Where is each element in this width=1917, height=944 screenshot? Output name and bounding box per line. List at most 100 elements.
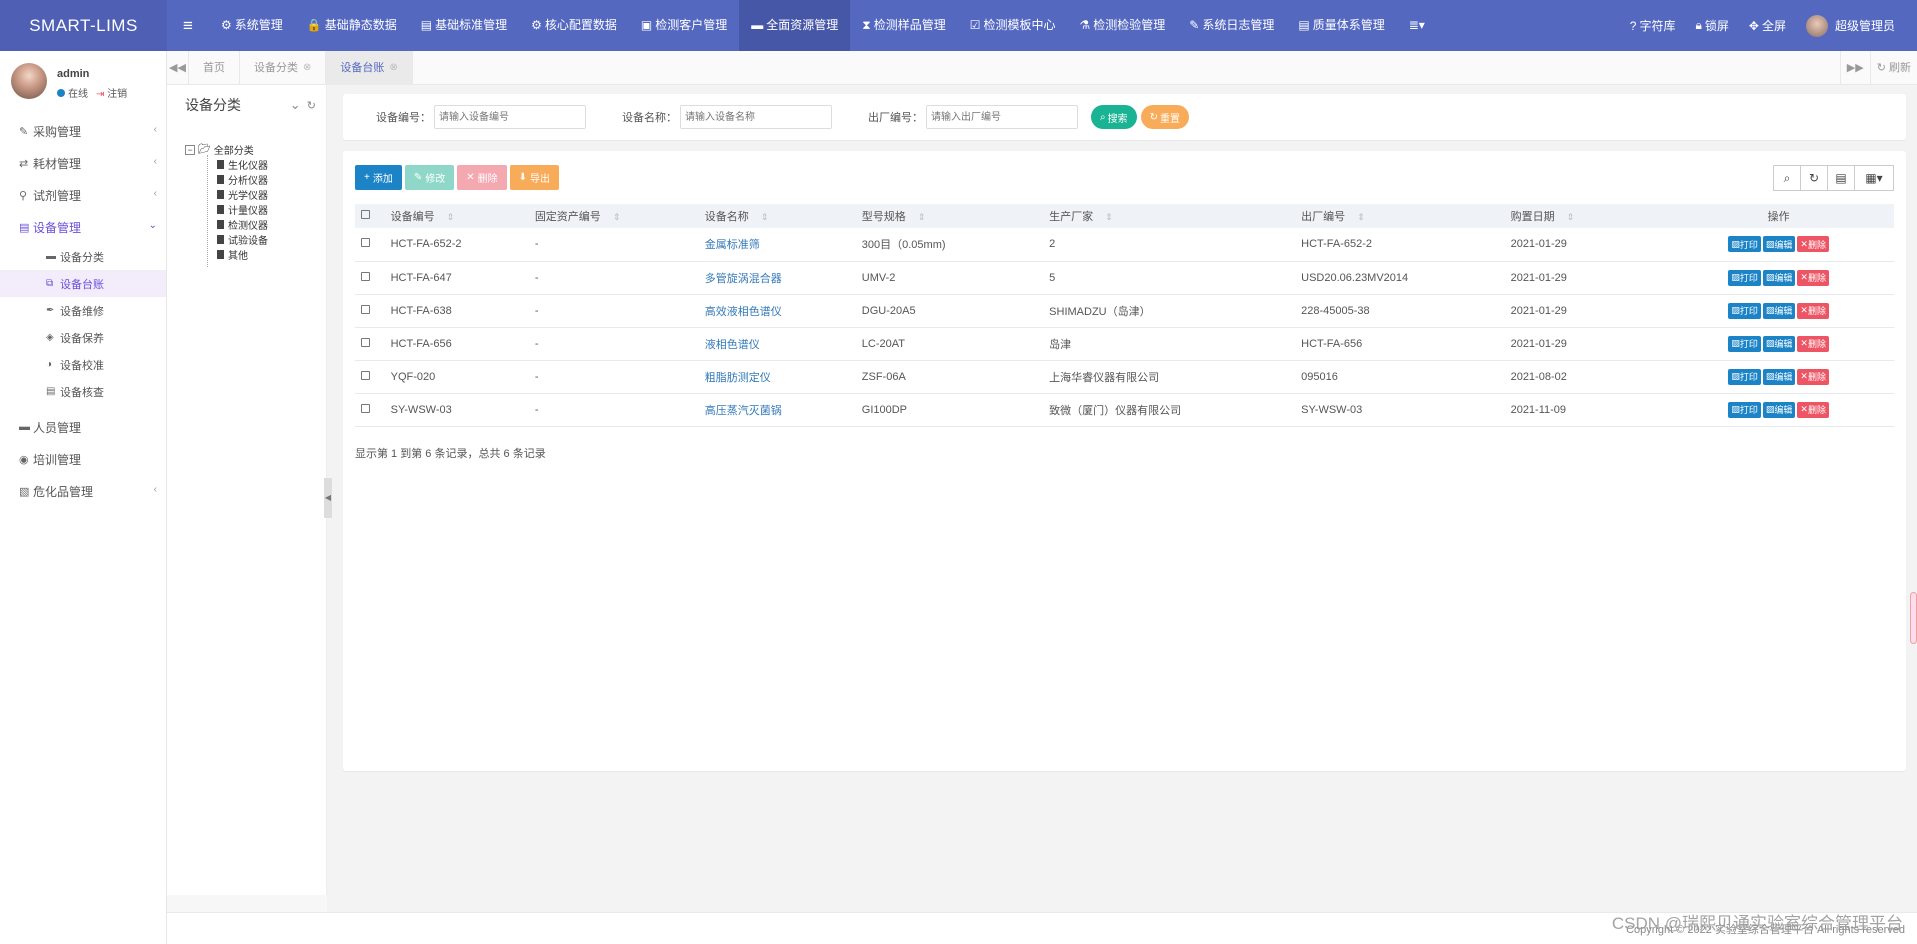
- device-no-input[interactable]: [434, 105, 586, 129]
- delete-row-button[interactable]: ✕ 删除: [1797, 368, 1829, 385]
- delete-row-button[interactable]: ✕ 删除: [1797, 335, 1829, 352]
- sidebar-item-12[interactable]: ▧ 危化品管理 ‹: [0, 475, 166, 507]
- device-name-link[interactable]: 高压蒸汽灭菌锅: [705, 405, 782, 417]
- tree-node[interactable]: 光学仪器: [217, 187, 268, 202]
- refresh-tab-button[interactable]: ↻ 刷新: [1869, 50, 1917, 85]
- delete-row-button[interactable]: ✕ 删除: [1797, 401, 1829, 418]
- sidebar-item-9[interactable]: ▤ 设备核查: [0, 378, 166, 405]
- row-checkbox[interactable]: [361, 403, 370, 413]
- sidebar-item-1[interactable]: ⇄ 耗材管理 ‹: [0, 147, 166, 179]
- tree-collapse-icon[interactable]: −: [185, 144, 195, 155]
- row-checkbox[interactable]: [361, 337, 370, 347]
- sidebar-item-11[interactable]: ◉ 培训管理: [0, 443, 166, 475]
- columns-dropdown-icon[interactable]: ▦▾: [1854, 165, 1894, 191]
- sidebar-item-10[interactable]: ▬ 人员管理: [0, 411, 166, 443]
- device-name-link[interactable]: 多管旋涡混合器: [705, 273, 782, 285]
- collapse-panel-handle[interactable]: ◀: [324, 478, 332, 518]
- sidebar-item-4[interactable]: ▬ 设备分类: [0, 243, 166, 270]
- export-button[interactable]: ⬇ 导出: [509, 165, 560, 190]
- tabs-scroll-right-icon[interactable]: ▶▶: [1839, 50, 1870, 85]
- topnav-item-8[interactable]: ⚗ 检测检验管理: [1068, 0, 1178, 51]
- toggle-view-icon[interactable]: ▤: [1827, 165, 1855, 191]
- tree-node[interactable]: 检测仪器: [217, 217, 268, 232]
- more-menu-icon[interactable]: ≣▾: [1397, 0, 1437, 51]
- topnav-item-3[interactable]: ⚙ 核心配置数据: [519, 0, 629, 51]
- lock-screen-button[interactable]: 🔒︎ 锁屏: [1686, 17, 1739, 34]
- delete-row-button[interactable]: ✕ 删除: [1797, 302, 1829, 319]
- sidebar-item-7[interactable]: ◈ 设备保养: [0, 324, 166, 351]
- row-checkbox[interactable]: [361, 304, 370, 314]
- column-header-2[interactable]: 设备名称 ⇕: [699, 204, 856, 228]
- edit-button[interactable]: ▨ 编辑: [1762, 335, 1796, 352]
- brand-logo[interactable]: SMART-LIMS: [0, 0, 167, 51]
- column-header-1[interactable]: 固定资产编号 ⇕: [529, 204, 699, 228]
- topnav-item-2[interactable]: ▤ 基础标准管理: [409, 0, 519, 51]
- close-icon[interactable]: ⊗: [303, 51, 311, 85]
- row-checkbox[interactable]: [361, 271, 370, 281]
- topnav-item-5[interactable]: ▬ 全面资源管理: [739, 0, 851, 51]
- search-button[interactable]: ⌕ 搜索: [1091, 105, 1137, 129]
- tab-device-category[interactable]: 设备分类 ⊗: [240, 50, 327, 85]
- close-icon[interactable]: ⊗: [389, 51, 397, 85]
- page-scrollbar[interactable]: [1910, 592, 1917, 644]
- table-cell[interactable]: 粗脂肪测定仪: [698, 360, 856, 394]
- sidebar-item-3[interactable]: ▤ 设备管理 ⌄: [0, 211, 166, 243]
- delete-row-button[interactable]: ✕ 删除: [1797, 236, 1829, 253]
- hamburger-menu-icon[interactable]: ≡: [167, 16, 209, 36]
- topnav-item-6[interactable]: ⧗ 检测样品管理: [850, 0, 957, 51]
- sidebar-item-2[interactable]: ⚲ 试剂管理 ‹: [0, 179, 166, 211]
- print-button[interactable]: ▨ 打印: [1728, 335, 1761, 352]
- edit-button[interactable]: ▨ 编辑: [1762, 302, 1796, 319]
- row-checkbox[interactable]: [361, 238, 370, 248]
- print-button[interactable]: ▨ 打印: [1728, 368, 1761, 385]
- column-header-5[interactable]: 出厂编号 ⇕: [1295, 204, 1504, 228]
- user-menu[interactable]: 超级管理员: [1796, 14, 1905, 37]
- table-cell[interactable]: 金属标准筛: [698, 228, 856, 262]
- dict-button[interactable]: ? 字符库: [1620, 17, 1686, 34]
- tree-node[interactable]: 其他: [217, 247, 248, 262]
- tree-node[interactable]: 计量仪器: [217, 202, 268, 217]
- search-icon[interactable]: ⌕: [1773, 165, 1801, 191]
- refresh-icon[interactable]: ↻: [1800, 165, 1828, 191]
- print-button[interactable]: ▨ 打印: [1728, 302, 1761, 319]
- topnav-item-0[interactable]: ⚙ 系统管理: [209, 0, 295, 51]
- print-button[interactable]: ▨ 打印: [1728, 401, 1761, 418]
- device-name-link[interactable]: 粗脂肪测定仪: [705, 372, 771, 384]
- print-button[interactable]: ▨ 打印: [1728, 269, 1761, 286]
- sidebar-item-8[interactable]: ◑ 设备校准: [0, 351, 166, 378]
- topnav-item-7[interactable]: ☑ 检测模板中心: [958, 0, 1068, 51]
- tree-root-node[interactable]: − 📂︎ 全部分类: [185, 142, 254, 157]
- chevron-down-icon[interactable]: ⌄: [290, 97, 301, 112]
- tab-device-ledger[interactable]: 设备台账 ⊗: [326, 50, 413, 85]
- select-all-checkbox[interactable]: [361, 210, 370, 219]
- edit-button[interactable]: ▨ 编辑: [1762, 236, 1796, 253]
- device-name-link[interactable]: 金属标准筛: [705, 239, 760, 251]
- device-name-link[interactable]: 高效液相色谱仪: [705, 306, 782, 318]
- tabs-scroll-left-icon[interactable]: ◀◀: [167, 50, 189, 85]
- tree-node[interactable]: 试验设备: [217, 232, 268, 247]
- print-button[interactable]: ▨ 打印: [1728, 236, 1761, 253]
- sidebar-item-0[interactable]: ✎ 采购管理 ‹: [0, 115, 166, 147]
- tab-home[interactable]: 首页: [189, 50, 240, 85]
- topnav-item-1[interactable]: 🔒 基础静态数据: [295, 0, 409, 51]
- logout-link[interactable]: ⇥ 注销: [96, 85, 127, 100]
- device-name-input[interactable]: [680, 105, 832, 129]
- topnav-item-4[interactable]: ▣ 检测客户管理: [629, 0, 739, 51]
- table-cell[interactable]: 多管旋涡混合器: [698, 261, 856, 295]
- tree-node[interactable]: 分析仪器: [217, 172, 268, 187]
- delete-row-button[interactable]: ✕ 删除: [1797, 269, 1829, 286]
- table-cell[interactable]: 液相色谱仪: [698, 327, 856, 361]
- factory-no-input[interactable]: [926, 105, 1078, 129]
- edit-button[interactable]: ▨ 编辑: [1762, 269, 1796, 286]
- add-button[interactable]: + 添加: [355, 165, 402, 190]
- column-header-6[interactable]: 购置日期 ⇕: [1505, 204, 1658, 228]
- column-header-4[interactable]: 生产厂家 ⇕: [1043, 204, 1295, 228]
- modify-button[interactable]: ✎ 修改: [404, 165, 455, 190]
- fullscreen-button[interactable]: ✥ 全屏: [1739, 17, 1796, 34]
- table-cell[interactable]: 高压蒸汽灭菌锅: [698, 393, 856, 427]
- table-cell[interactable]: 高效液相色谱仪: [698, 294, 856, 328]
- column-header-0[interactable]: 设备编号 ⇕: [385, 204, 529, 228]
- device-name-link[interactable]: 液相色谱仪: [705, 339, 760, 351]
- topnav-item-9[interactable]: ✎ 系统日志管理: [1177, 0, 1286, 51]
- edit-button[interactable]: ▨ 编辑: [1762, 401, 1796, 418]
